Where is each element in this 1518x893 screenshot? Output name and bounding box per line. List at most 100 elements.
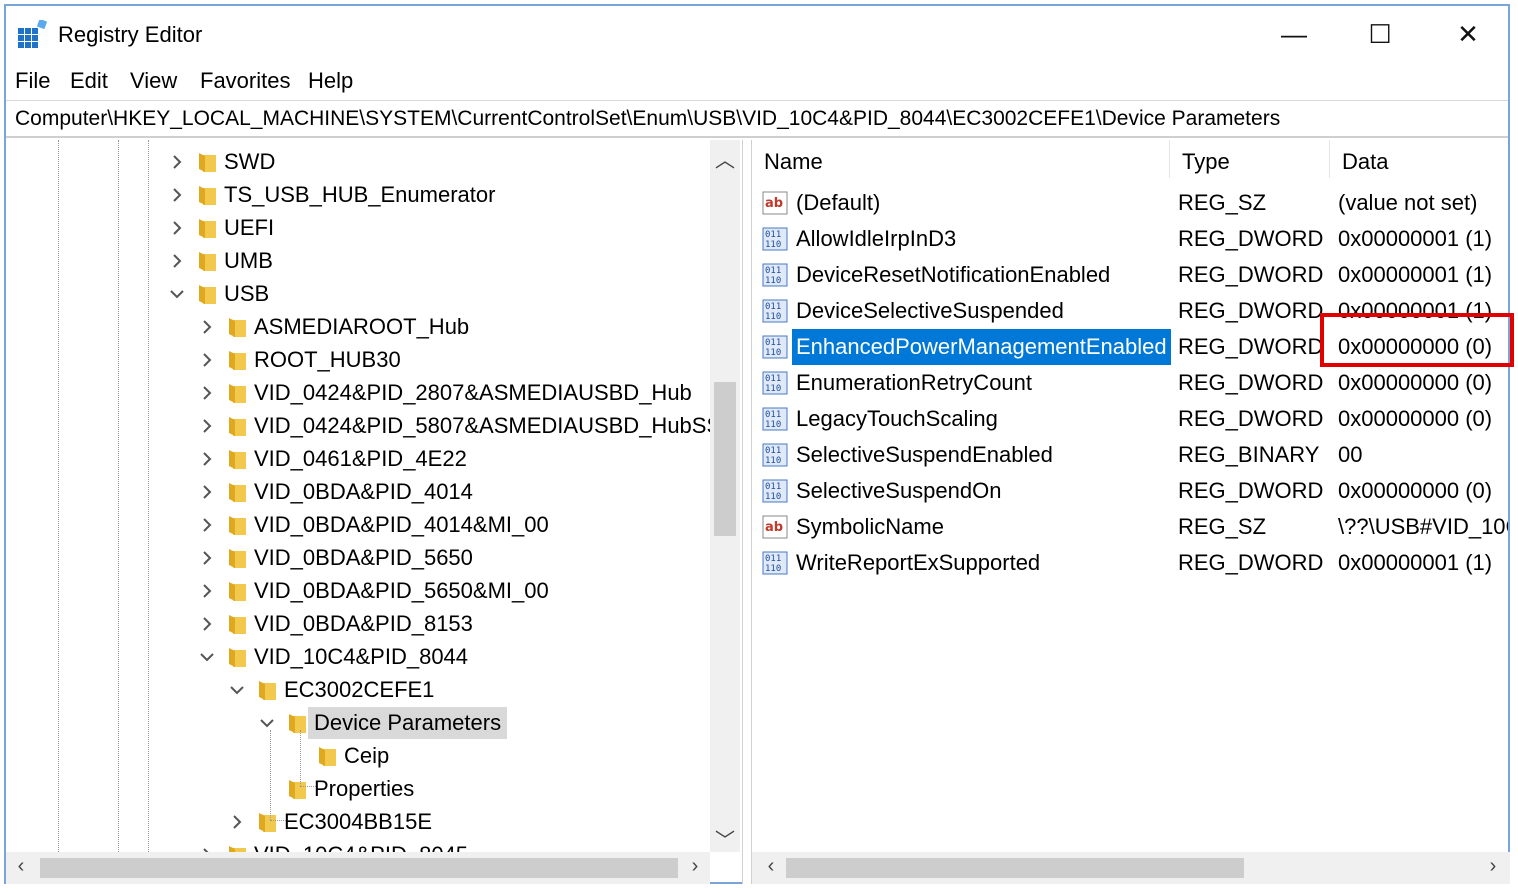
tree-horizontal-scroll-thumb[interactable] <box>40 858 678 878</box>
chevron-right-icon[interactable] <box>196 316 218 338</box>
tree-node-label[interactable]: VID_0424&PID_5807&ASMEDIAUSBD_HubSS <box>248 410 727 442</box>
chevron-right-icon[interactable] <box>196 481 218 503</box>
tree-horizontal-scrollbar[interactable]: ‹ › <box>6 852 710 884</box>
value-row[interactable]: 011 110 SelectiveSuspendEnabled REG_BINARY 0… <box>752 437 1510 473</box>
scroll-up-arrow-icon[interactable]: ︿ <box>710 144 740 173</box>
tree-vertical-scroll-thumb[interactable] <box>714 382 736 536</box>
tree-node-label[interactable]: VID_0BDA&PID_8153 <box>248 608 479 640</box>
chevron-right-icon[interactable] <box>166 184 188 206</box>
minimize-button[interactable]: — <box>1264 14 1324 54</box>
tree-node[interactable]: VID_0424&PID_5807&ASMEDIAUSBD_HubSS <box>6 410 721 442</box>
value-row[interactable]: ab (Default) REG_SZ (value not set) <box>752 185 1510 221</box>
column-header-data[interactable]: Data <box>1330 140 1510 178</box>
tree-node-label[interactable]: EC3002CEFE1 <box>278 674 440 706</box>
value-name[interactable]: WriteReportExSupported <box>792 545 1044 581</box>
pane-splitter[interactable] <box>742 140 752 884</box>
scroll-down-arrow-icon[interactable]: ﹀ <box>710 824 740 853</box>
scroll-right-arrow-icon[interactable]: › <box>1478 855 1508 878</box>
value-name[interactable]: SelectiveSuspendEnabled <box>792 437 1057 473</box>
value-name[interactable]: LegacyTouchScaling <box>792 401 1002 437</box>
scroll-right-arrow-icon[interactable]: › <box>680 855 710 878</box>
value-name[interactable]: DeviceSelectiveSuspended <box>792 293 1068 329</box>
tree-node[interactable]: Properties <box>6 773 710 805</box>
tree-node[interactable]: VID_10C4&PID_8044 <box>6 641 710 673</box>
menu-file[interactable]: File <box>15 68 50 94</box>
menu-help[interactable]: Help <box>308 68 353 94</box>
value-row[interactable]: 011 110 DeviceResetNotificationEnabled REG_… <box>752 257 1510 293</box>
chevron-down-icon[interactable] <box>196 646 218 668</box>
tree-node[interactable]: UMB <box>6 245 710 277</box>
key-tree-pane[interactable]: SWD TS_USB_HUB_Enumerator UEFI UMB USB ASMEDI… <box>6 140 743 884</box>
tree-node-label[interactable]: VID_0BDA&PID_4014&MI_00 <box>248 509 555 541</box>
tree-node-label[interactable]: ROOT_HUB30 <box>248 344 407 376</box>
tree-node-label[interactable]: Properties <box>308 773 420 805</box>
chevron-right-icon[interactable] <box>196 514 218 536</box>
tree-node[interactable]: Ceip <box>6 740 710 772</box>
tree-node[interactable]: USB <box>6 278 710 310</box>
tree-node[interactable]: EC3004BB15E <box>6 806 710 838</box>
tree-node-label[interactable]: USB <box>218 278 275 310</box>
tree-node-label[interactable]: Ceip <box>338 740 395 772</box>
value-name[interactable]: DeviceResetNotificationEnabled <box>792 257 1114 293</box>
value-row[interactable]: 011 110 SelectiveSuspendOn REG_DWORD 0x00000… <box>752 473 1510 509</box>
tree-node-label[interactable]: TS_USB_HUB_Enumerator <box>218 179 501 211</box>
scroll-left-arrow-icon[interactable]: ‹ <box>6 855 36 878</box>
tree-node-label[interactable]: VID_0BDA&PID_5650&MI_00 <box>248 575 555 607</box>
value-row[interactable]: 011 110 LegacyTouchScaling REG_DWORD 0x00000… <box>752 401 1510 437</box>
value-row[interactable]: 011 110 EnumerationRetryCount REG_DWORD 0x00… <box>752 365 1510 401</box>
tree-node-label[interactable]: EC3004BB15E <box>278 806 438 838</box>
title-bar[interactable]: Registry Editor — ☐ ✕ <box>6 6 1508 60</box>
value-row[interactable]: ab SymbolicName REG_SZ \??\USB#VID_10C <box>752 509 1510 545</box>
tree-node[interactable]: VID_0424&PID_2807&ASMEDIAUSBD_Hub <box>6 377 710 409</box>
tree-node[interactable]: VID_0BDA&PID_8153 <box>6 608 710 640</box>
chevron-right-icon[interactable] <box>196 613 218 635</box>
chevron-right-icon[interactable] <box>196 580 218 602</box>
tree-node[interactable]: VID_0BDA&PID_5650&MI_00 <box>6 575 710 607</box>
value-row[interactable]: 011 110 WriteReportExSupported REG_DWORD 0x0… <box>752 545 1510 581</box>
tree-node[interactable]: TS_USB_HUB_Enumerator <box>6 179 710 211</box>
tree-node[interactable]: ASMEDIAROOT_Hub <box>6 311 710 343</box>
value-row[interactable]: 011 110 AllowIdleIrpInD3 REG_DWORD 0x0000000… <box>752 221 1510 257</box>
tree-node-label[interactable]: VID_10C4&PID_8044 <box>248 641 474 673</box>
tree-node-label[interactable]: SWD <box>218 146 281 178</box>
chevron-down-icon[interactable] <box>166 283 188 305</box>
column-header-type[interactable]: Type <box>1170 140 1330 178</box>
close-button[interactable]: ✕ <box>1438 14 1498 54</box>
tree-node[interactable]: VID_0BDA&PID_5650 <box>6 542 710 574</box>
tree-node-label[interactable]: Device Parameters <box>308 707 508 739</box>
chevron-right-icon[interactable] <box>196 415 218 437</box>
scroll-left-arrow-icon[interactable]: ‹ <box>756 855 786 878</box>
tree-node-label[interactable]: VID_0BDA&PID_5650 <box>248 542 479 574</box>
values-list-pane[interactable]: Name Type Data ab (Default) REG_SZ (value n… <box>752 140 1510 884</box>
chevron-right-icon[interactable] <box>226 811 248 833</box>
chevron-down-icon[interactable] <box>256 712 278 734</box>
chevron-down-icon[interactable] <box>226 679 248 701</box>
tree-node[interactable]: Device Parameters <box>6 707 710 739</box>
chevron-right-icon[interactable] <box>196 349 218 371</box>
menu-view[interactable]: View <box>130 68 177 94</box>
tree-node-label[interactable]: VID_0BDA&PID_4014 <box>248 476 479 508</box>
tree-node-label[interactable]: VID_0461&PID_4E22 <box>248 443 473 475</box>
tree-node[interactable]: ROOT_HUB30 <box>6 344 710 376</box>
chevron-right-icon[interactable] <box>166 250 188 272</box>
chevron-right-icon[interactable] <box>196 448 218 470</box>
tree-node-label[interactable]: UMB <box>218 245 279 277</box>
tree-node-label[interactable]: UEFI <box>218 212 280 244</box>
menu-edit[interactable]: Edit <box>70 68 108 94</box>
tree-node-label[interactable]: ASMEDIAROOT_Hub <box>248 311 475 343</box>
tree-node[interactable]: EC3002CEFE1 <box>6 674 710 706</box>
values-horizontal-scroll-thumb[interactable] <box>786 858 1244 878</box>
value-name[interactable]: SymbolicName <box>792 509 948 545</box>
value-name[interactable]: (Default) <box>792 185 884 221</box>
tree-node[interactable]: UEFI <box>6 212 710 244</box>
value-name[interactable]: EnumerationRetryCount <box>792 365 1036 401</box>
chevron-right-icon[interactable] <box>196 382 218 404</box>
value-name[interactable]: SelectiveSuspendOn <box>792 473 1005 509</box>
chevron-right-icon[interactable] <box>166 151 188 173</box>
chevron-right-icon[interactable] <box>196 547 218 569</box>
tree-node[interactable]: VID_0BDA&PID_4014&MI_00 <box>6 509 710 541</box>
value-name[interactable]: EnhancedPowerManagementEnabled <box>792 329 1171 365</box>
tree-node[interactable]: SWD <box>6 146 710 178</box>
tree-vertical-scrollbar[interactable]: ︿ ﹀ <box>710 140 740 852</box>
column-header-name[interactable]: Name <box>752 140 1170 178</box>
